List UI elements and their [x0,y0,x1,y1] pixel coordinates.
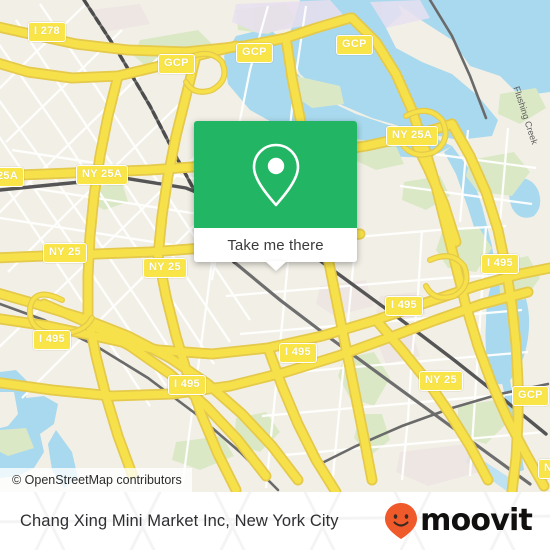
take-me-there-label: Take me there [227,236,324,254]
map-label-shield: NY 25 [43,243,87,263]
location-popup-card[interactable]: Take me there [194,121,357,271]
map-label-shield: NY 25A [76,165,129,185]
moovit-brand-logo[interactable]: moovit [384,502,533,540]
map-label-shield: I 495 [279,343,317,363]
footer-bar: Chang Xing Mini Market Inc, New York Cit… [0,492,550,550]
moovit-wordmark: moovit [420,503,533,538]
map-label-shield: 25A [0,167,25,187]
map-label-shield: I 495 [168,375,206,395]
map-label-shield: GCP [336,35,373,55]
map-label-shield: NY 25 [419,371,463,391]
map-label-shield: GCP [158,54,195,74]
map-label-shield: NY 25A [386,126,439,146]
attribution-text: © OpenStreetMap contributors [12,473,182,487]
map-label-shield: I 495 [481,254,519,274]
popup-tail [264,261,287,271]
map-label-shield: GCP [236,43,273,63]
map-label-shield: NY 25 [143,258,187,278]
map-label-shield: I 495 [33,330,71,350]
map-label-shield: I 495 [385,296,423,316]
map-attribution[interactable]: © OpenStreetMap contributors [0,468,192,492]
page-title: Chang Xing Mini Market Inc, New York Cit… [20,511,339,530]
map-canvas[interactable]: I 278 GCP GCP GCP NY 25A 25A NY 25A NY 2… [0,0,550,492]
popup-header [194,121,357,228]
map-pin-icon [252,143,299,206]
map-label-shield: N [538,459,550,479]
moovit-location-map-page: I 278 GCP GCP GCP NY 25A 25A NY 25A NY 2… [0,0,550,550]
map-label-shield: GCP [512,386,549,406]
moovit-smiley-pin-icon [385,503,418,539]
map-label-shield: I 278 [28,22,66,42]
popup-action-row[interactable]: Take me there [194,228,357,262]
